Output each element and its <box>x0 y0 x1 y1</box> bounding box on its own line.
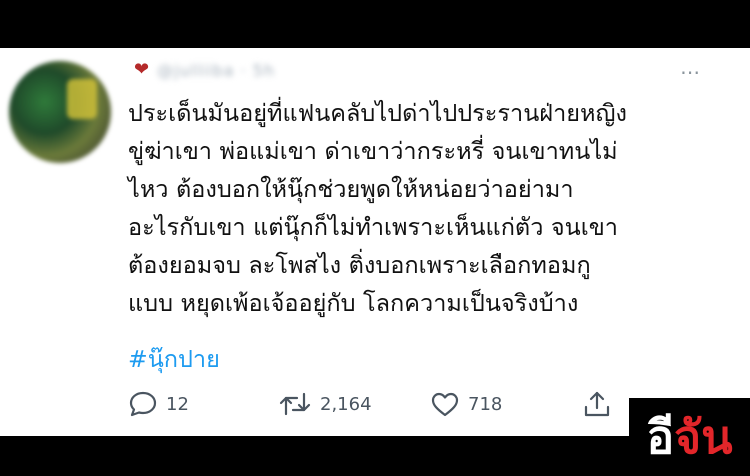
logo-text-red: จัน <box>674 410 733 464</box>
reply-count: 12 <box>166 393 189 415</box>
retweet-count: 2,164 <box>320 393 372 415</box>
retweet-icon <box>278 390 312 418</box>
retweet-button[interactable]: 2,164 <box>278 388 372 420</box>
reply-icon <box>128 390 158 418</box>
top-black-bar <box>0 0 750 48</box>
more-options-icon[interactable]: ⋯ <box>680 62 702 82</box>
heart-emoji-icon: ❤ <box>134 59 150 80</box>
like-count: 718 <box>468 393 503 415</box>
avatar[interactable] <box>9 61 111 163</box>
logo-text-white: อี <box>646 410 675 464</box>
tweet-header: ❤ @julliiba · 5h <box>134 58 275 82</box>
user-handle[interactable]: @julliiba · 5h <box>157 61 275 80</box>
reply-button[interactable]: 12 <box>128 388 189 420</box>
heart-icon <box>430 390 460 418</box>
tweet-text: ประเด็นมันอยู่ที่แฟนคลับไปด่าไปประรานฝ่า… <box>128 99 628 317</box>
share-button[interactable] <box>582 388 612 420</box>
watermark-logo: อีจัน <box>629 398 750 476</box>
like-button[interactable]: 718 <box>430 388 502 420</box>
tweet-actions: 12 2,164 718 <box>128 388 628 420</box>
hashtag-link[interactable]: #นุ๊กปาย <box>128 340 220 378</box>
share-icon <box>582 390 612 418</box>
